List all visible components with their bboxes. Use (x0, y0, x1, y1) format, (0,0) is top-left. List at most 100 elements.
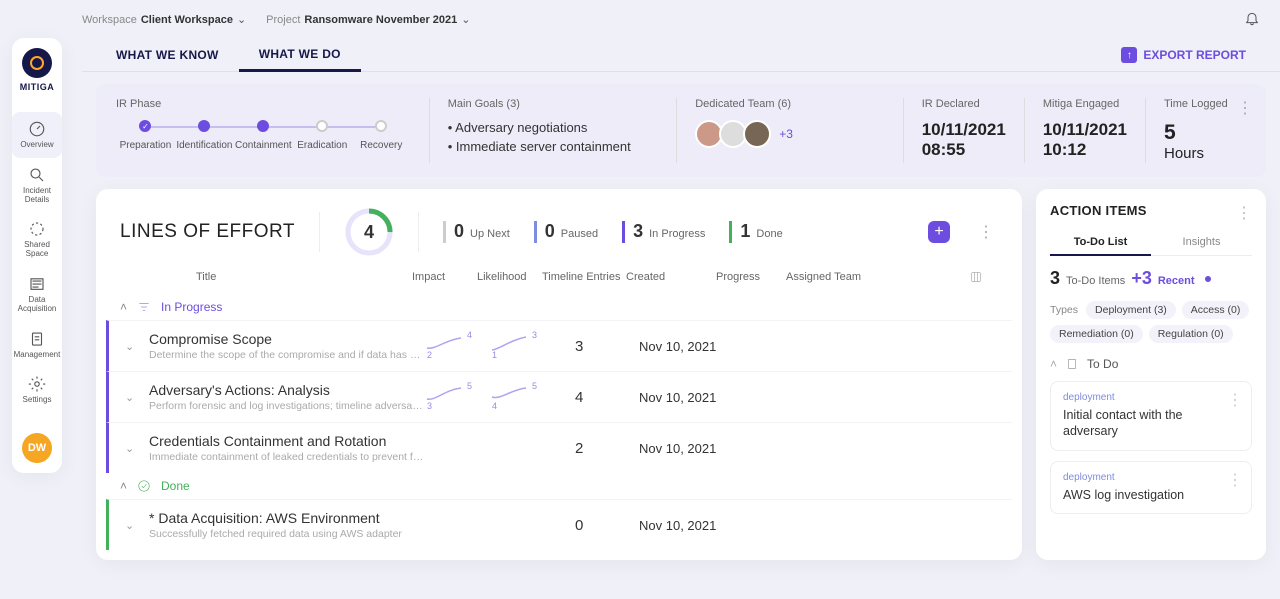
action-item-card[interactable]: ⋮ deployment AWS log investigation (1050, 461, 1252, 514)
timeline-count: 2 (555, 440, 639, 457)
timeline-count: 0 (555, 517, 639, 534)
sidebar-item-label: Data Acquisition (12, 296, 62, 314)
row-title: * Data Acquisition: AWS Environment (149, 510, 425, 526)
section-done-toggle[interactable]: ˄ Done (96, 473, 1022, 499)
row-title: Compromise Scope (149, 331, 425, 347)
brand-name: MITIGA (20, 82, 55, 92)
expand-row-button[interactable]: ⌄ (125, 519, 149, 532)
brand-logo (22, 48, 52, 78)
notifications-button[interactable] (1244, 10, 1260, 29)
export-report-button[interactable]: ↑ EXPORT REPORT (1121, 47, 1266, 63)
sidebar-item-management[interactable]: Management (12, 322, 62, 368)
table-row[interactable]: ⌄ * Data Acquisition: AWS Environment Su… (106, 499, 1012, 550)
phase-containment: Containment (234, 120, 293, 151)
lines-more-button[interactable]: ⋮ (974, 222, 998, 242)
summary-more-button[interactable]: ⋮ (1237, 98, 1254, 118)
sidebar-item-incident[interactable]: Incident Details (12, 158, 62, 213)
clipboard-icon (1065, 357, 1079, 371)
stat-upnext: 0Up Next (443, 221, 510, 243)
data-icon (28, 275, 46, 293)
table-row[interactable]: ⌄ Adversary's Actions: Analysis Perform … (106, 371, 1012, 422)
action-item-card[interactable]: ⋮ deployment Initial contact with the ad… (1050, 381, 1252, 451)
expand-row-button[interactable]: ⌄ (125, 391, 149, 404)
clipboard-icon (28, 330, 46, 348)
sidebar: MITIGA Overview Incident Details Shared … (12, 38, 62, 473)
filter-chip-deployment[interactable]: Deployment (3) (1086, 301, 1176, 319)
column-team: Assigned Team (786, 271, 906, 286)
user-avatar[interactable]: DW (22, 433, 52, 463)
sidebar-item-shared[interactable]: Shared Space (12, 212, 62, 267)
card-more-button[interactable]: ⋮ (1227, 470, 1243, 490)
summary-strip: IR Phase Preparation Identification Cont… (96, 84, 1266, 177)
action-type-filters: Types Deployment (3) Access (0) Remediat… (1050, 301, 1252, 343)
todo-count: 3 (1050, 268, 1060, 289)
filter-chip-remediation[interactable]: Remediation (0) (1050, 325, 1143, 343)
total-ring: 4 (344, 207, 394, 257)
bell-icon (1244, 10, 1260, 26)
todo-count-label: To-Do Items (1066, 275, 1125, 287)
types-label: Types (1050, 304, 1078, 316)
tab-what-we-know[interactable]: WHAT WE KNOW (96, 40, 239, 70)
section-title: Main Goals (3) (448, 98, 659, 110)
column-actions-toggle[interactable] (970, 271, 982, 286)
row-title: Credentials Containment and Rotation (149, 433, 425, 449)
crumb-value: Client Workspace (141, 14, 233, 26)
crumb-label: Project (266, 14, 300, 26)
sidebar-item-label: Overview (20, 141, 53, 150)
filter-chip-regulation[interactable]: Regulation (0) (1149, 325, 1233, 343)
stat-inprogress: 3In Progress (622, 221, 705, 243)
export-label: EXPORT REPORT (1143, 48, 1246, 62)
recent-count: +3 (1131, 268, 1152, 289)
action-more-button[interactable]: ⋮ (1236, 203, 1252, 223)
row-description: Determine the scope of the compromise an… (149, 349, 425, 361)
sidebar-item-overview[interactable]: Overview (12, 112, 62, 158)
add-line-button[interactable]: + (928, 221, 950, 243)
sidebar-item-settings[interactable]: Settings (12, 367, 62, 413)
created-date: Nov 10, 2021 (639, 441, 729, 456)
filter-chip-access[interactable]: Access (0) (1182, 301, 1250, 319)
stat-unit: Hours (1164, 145, 1228, 163)
team-more-badge[interactable]: +3 (779, 127, 793, 141)
likelihood-spark: 4 5 (490, 385, 555, 409)
row-title: Adversary's Actions: Analysis (149, 382, 425, 398)
expand-row-button[interactable]: ⌄ (125, 442, 149, 455)
column-title: Title (136, 271, 412, 286)
impact-spark: 3 5 (425, 385, 490, 409)
card-tag: deployment (1063, 392, 1239, 403)
time-logged-section: Time Logged 5 Hours (1146, 98, 1246, 163)
export-icon: ↑ (1121, 47, 1137, 63)
tab-todo-list[interactable]: To-Do List (1050, 230, 1151, 256)
section-label: To Do (1087, 357, 1118, 371)
timeline-count: 4 (555, 389, 639, 406)
chevron-down-icon: ⌄ (237, 13, 246, 26)
workspace-crumb[interactable]: Workspace Client Workspace ⌄ (82, 13, 246, 26)
tab-insights[interactable]: Insights (1151, 230, 1252, 255)
created-date: Nov 10, 2021 (639, 518, 729, 533)
lines-table-header: Title Impact Likelihood Timeline Entries… (96, 257, 1022, 294)
lines-of-effort-panel: LINES OF EFFORT 4 0Up Next 0Paused 3In P… (96, 189, 1022, 560)
recent-label: Recent (1158, 275, 1195, 287)
stat-value: 5 (1164, 120, 1228, 145)
team-avatar[interactable] (743, 120, 771, 148)
action-section-todo[interactable]: ˄ To Do (1050, 357, 1252, 371)
table-row[interactable]: ⌄ Compromise Scope Determine the scope o… (106, 320, 1012, 371)
stat-done: 1Done (729, 221, 782, 243)
goal-item: • Immediate server containment (448, 139, 659, 154)
table-row[interactable]: ⌄ Credentials Containment and Rotation I… (106, 422, 1012, 473)
expand-row-button[interactable]: ⌄ (125, 340, 149, 353)
card-more-button[interactable]: ⋮ (1227, 390, 1243, 410)
project-crumb[interactable]: Project Ransomware November 2021 ⌄ (266, 13, 470, 26)
ir-phase-section: IR Phase Preparation Identification Cont… (116, 98, 430, 163)
tab-what-we-do[interactable]: WHAT WE DO (239, 39, 361, 72)
column-impact: Impact (412, 271, 477, 286)
total-count: 4 (344, 207, 394, 257)
panel-title: ACTION ITEMS (1050, 203, 1252, 218)
sidebar-item-data[interactable]: Data Acquisition (12, 267, 62, 322)
chevron-up-icon: ˄ (120, 300, 127, 314)
check-circle-icon (137, 479, 151, 493)
section-title: Mitiga Engaged (1043, 98, 1127, 110)
stat-paused: 0Paused (534, 221, 598, 243)
column-timeline: Timeline Entries (542, 271, 626, 286)
section-inprogress-toggle[interactable]: ˄ In Progress (96, 294, 1022, 320)
columns-icon (970, 271, 982, 283)
